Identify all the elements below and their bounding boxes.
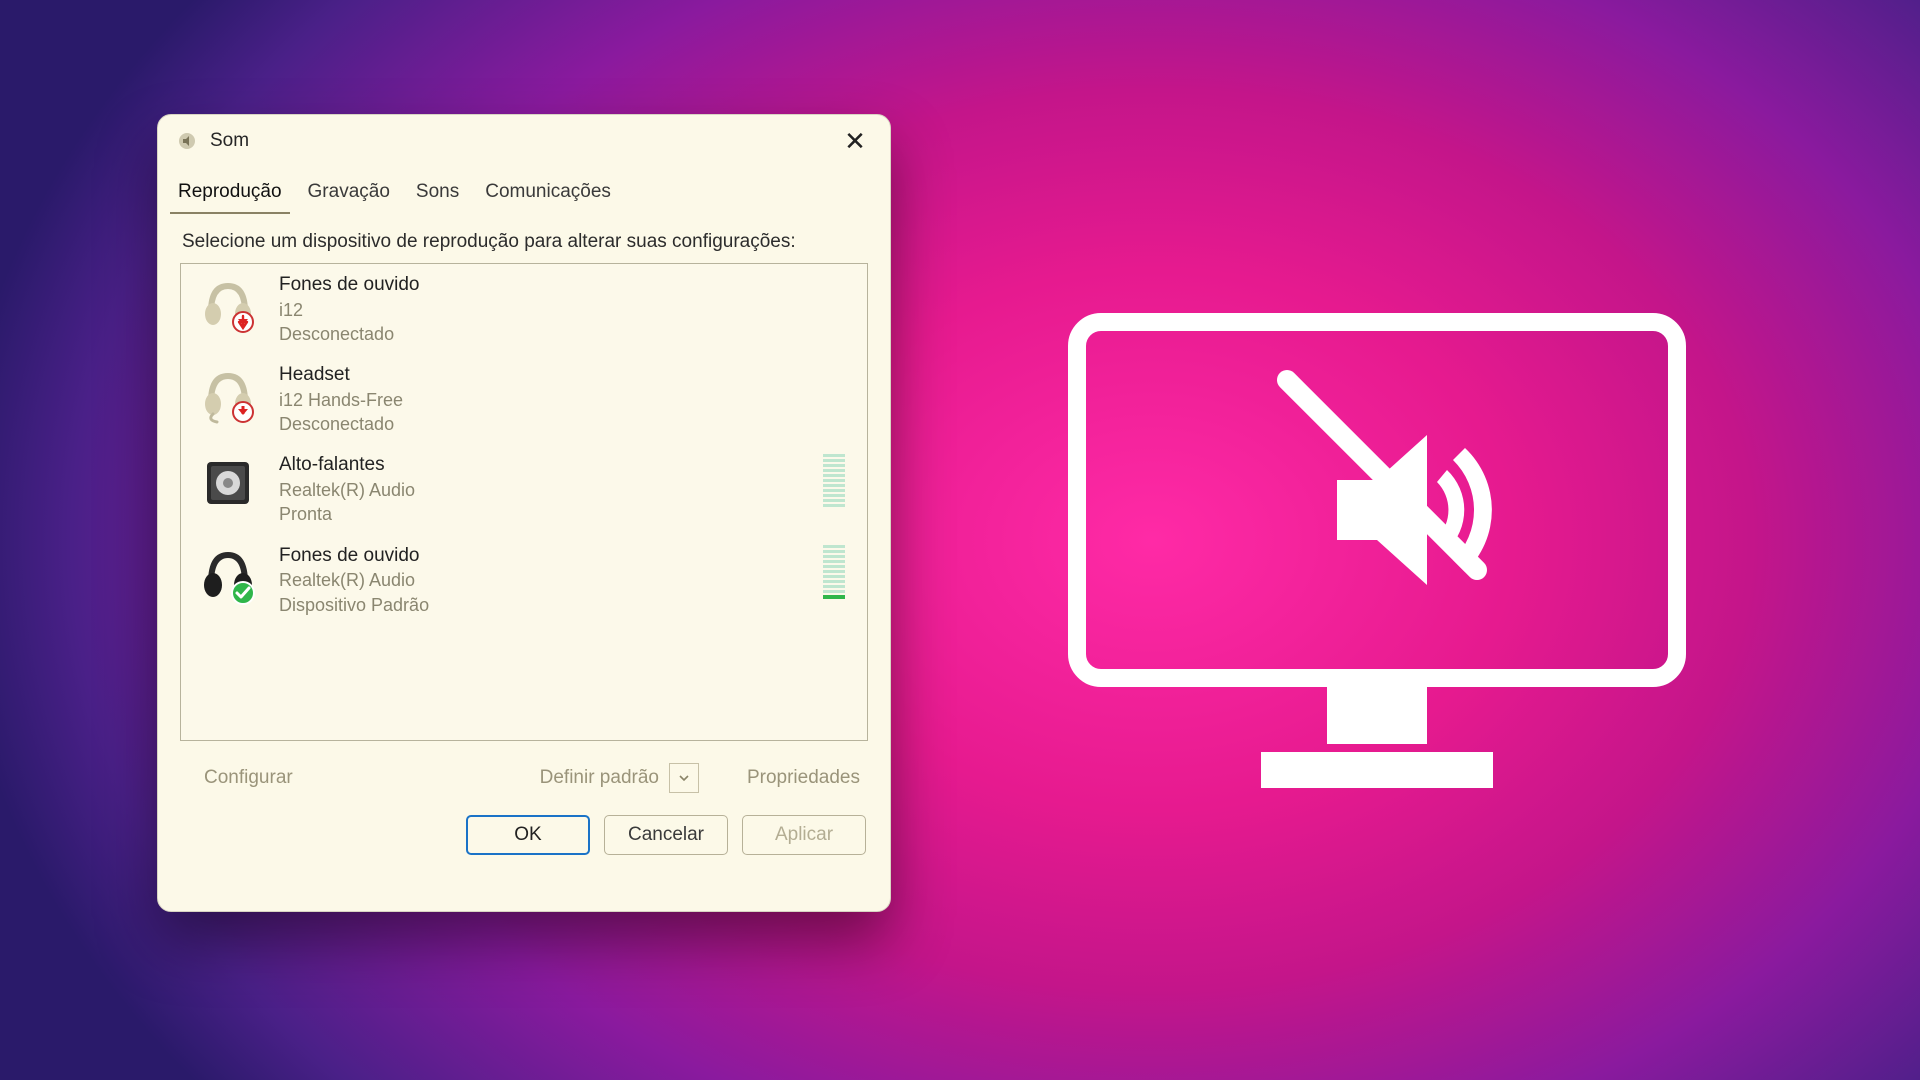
speaker-icon xyxy=(197,452,259,514)
device-status: Desconectado xyxy=(279,412,849,436)
chevron-down-icon xyxy=(678,772,690,784)
level-meter-icon xyxy=(819,452,849,510)
ok-button[interactable]: OK xyxy=(466,815,590,855)
cancel-button[interactable]: Cancelar xyxy=(604,815,728,855)
desktop-background: Som ✕ Reprodução Gravação Sons Comunicaç… xyxy=(0,0,1920,1080)
titlebar: Som ✕ xyxy=(158,115,890,167)
close-button[interactable]: ✕ xyxy=(838,124,872,158)
apply-button[interactable]: Aplicar xyxy=(742,815,866,855)
window-title: Som xyxy=(210,130,249,152)
set-default-button[interactable]: Definir padrão xyxy=(534,763,665,793)
device-status: Desconectado xyxy=(279,322,849,346)
tab-playback[interactable]: Reprodução xyxy=(176,175,284,213)
device-name: Fones de ouvido xyxy=(279,272,849,298)
action-button-row: OK Cancelar Aplicar xyxy=(158,793,890,855)
tab-strip: Reprodução Gravação Sons Comunicações xyxy=(158,167,890,213)
lower-button-row: Configurar Definir padrão Propriedades xyxy=(158,741,890,793)
headset-disconnected-icon xyxy=(197,362,259,424)
headphones-default-icon xyxy=(197,543,259,605)
device-row[interactable]: Headset i12 Hands-Free Desconectado xyxy=(181,354,867,444)
device-row[interactable]: Fones de ouvido Realtek(R) Audio Disposi… xyxy=(181,535,867,625)
device-line2: Realtek(R) Audio xyxy=(279,568,799,592)
level-meter-icon xyxy=(819,543,849,601)
sound-dialog: Som ✕ Reprodução Gravação Sons Comunicaç… xyxy=(157,114,891,912)
device-row[interactable]: Fones de ouvido i12 Desconectado xyxy=(181,264,867,354)
sound-app-icon xyxy=(176,130,198,152)
device-name: Alto-falantes xyxy=(279,452,799,478)
tab-sounds[interactable]: Sons xyxy=(414,175,461,213)
device-row[interactable]: Alto-falantes Realtek(R) Audio Pronta xyxy=(181,444,867,534)
headphones-disconnected-icon xyxy=(197,272,259,334)
tab-communications[interactable]: Comunicações xyxy=(483,175,613,213)
device-list: Fones de ouvido i12 Desconectado xyxy=(180,263,868,741)
device-line2: i12 Hands-Free xyxy=(279,388,849,412)
device-status: Dispositivo Padrão xyxy=(279,593,799,617)
device-line2: i12 xyxy=(279,298,849,322)
instruction-text: Selecione um dispositivo de reprodução p… xyxy=(158,213,890,263)
device-line2: Realtek(R) Audio xyxy=(279,478,799,502)
tab-recording[interactable]: Gravação xyxy=(306,175,392,213)
configure-button[interactable]: Configurar xyxy=(198,763,299,793)
device-status: Pronta xyxy=(279,502,799,526)
device-name: Headset xyxy=(279,362,849,388)
set-default-dropdown[interactable] xyxy=(669,763,699,793)
properties-button[interactable]: Propriedades xyxy=(741,763,866,793)
monitor-muted-graphic xyxy=(1065,310,1689,810)
device-name: Fones de ouvido xyxy=(279,543,799,569)
